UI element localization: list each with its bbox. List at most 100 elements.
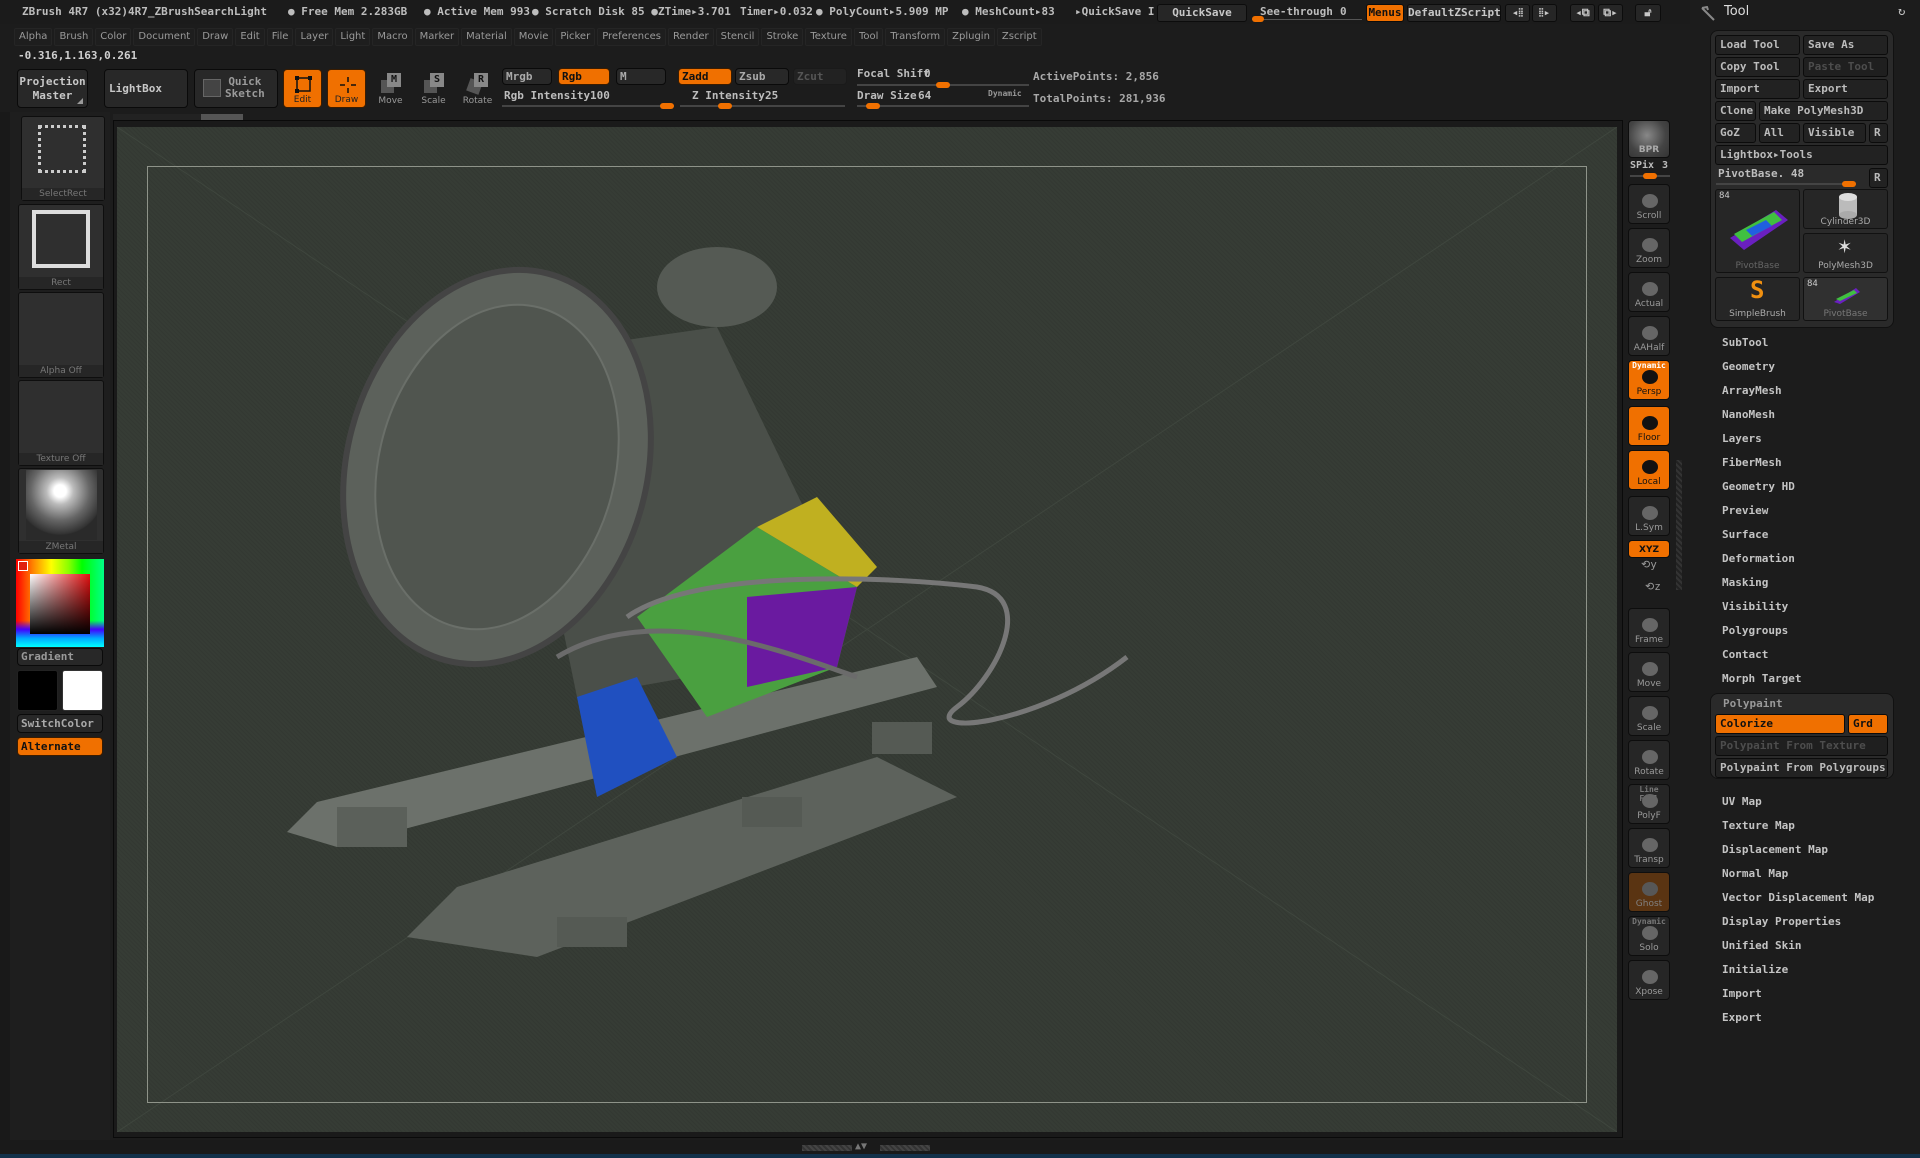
menu-tool[interactable]: Tool xyxy=(853,28,884,46)
see-through-knob[interactable] xyxy=(1252,16,1264,22)
subpalette-deformation[interactable]: Deformation xyxy=(1722,552,1795,565)
subpalette-subtool[interactable]: SubTool xyxy=(1722,336,1768,349)
draw-size-knob[interactable] xyxy=(866,103,881,109)
subpalette-vector-displacement-map[interactable]: Vector Displacement Map xyxy=(1722,891,1874,904)
save-as-button[interactable]: Save As xyxy=(1803,35,1888,55)
zcut-button[interactable]: Zcut xyxy=(793,68,847,85)
subpalette-uv-map[interactable]: UV Map xyxy=(1722,795,1762,808)
move-button[interactable]: M Move xyxy=(371,69,410,108)
subpalette-geometry[interactable]: Geometry xyxy=(1722,360,1775,373)
z-intensity-slider[interactable] xyxy=(680,103,845,109)
secondary-color-swatch[interactable] xyxy=(62,670,103,711)
menu-stencil[interactable]: Stencil xyxy=(715,28,760,46)
subpalette-initialize[interactable]: Initialize xyxy=(1722,963,1788,976)
polypaint-from-texture-button[interactable]: Polypaint From Texture xyxy=(1715,736,1888,756)
dynamic-toggle[interactable]: Dynamic xyxy=(988,89,1022,98)
tool-tile-simplebrush[interactable]: S SimpleBrush xyxy=(1715,276,1800,321)
default-zscript-button[interactable]: DefaultZScript xyxy=(1407,4,1501,22)
rgb-intensity-knob[interactable] xyxy=(660,103,674,109)
zadd-button[interactable]: Zadd xyxy=(678,68,732,85)
goz-visible-button[interactable]: Visible xyxy=(1803,123,1866,143)
tool-tile-pivotbase-2[interactable]: 84 PivotBase xyxy=(1803,277,1888,321)
quicksave-button[interactable]: QuickSave xyxy=(1157,4,1247,22)
import-button[interactable]: Import xyxy=(1715,79,1800,99)
menu-zplugin[interactable]: Zplugin xyxy=(947,28,995,46)
bottom-tray-handle-right[interactable] xyxy=(880,1145,930,1151)
subpalette-geometry-hd[interactable]: Geometry HD xyxy=(1722,480,1795,493)
edit-button[interactable]: Edit xyxy=(283,69,322,108)
color-picker[interactable] xyxy=(16,559,104,647)
shelf-frame-button[interactable]: Frame xyxy=(1628,608,1670,648)
alternate-button[interactable]: Alternate xyxy=(17,737,103,756)
shelf-xpose-button[interactable]: Xpose xyxy=(1628,960,1670,1000)
shelf-polyf-button[interactable]: Line FillPolyF xyxy=(1628,784,1670,824)
bottom-tray-handle-left[interactable] xyxy=(802,1145,852,1151)
mrgb-button[interactable]: Mrgb xyxy=(502,68,552,85)
shelf-move-button[interactable]: Move xyxy=(1628,652,1670,692)
spix-slider[interactable] xyxy=(1630,173,1670,179)
subpalette-fibermesh[interactable]: FiberMesh xyxy=(1722,456,1782,469)
brush-selector[interactable]: SelectRect xyxy=(21,116,105,201)
colorize-button[interactable]: Colorize xyxy=(1715,714,1845,734)
shelf-aahalf-button[interactable]: AAHalf xyxy=(1628,316,1670,356)
toggle-bottom-tray-icon[interactable]: ▲▼ xyxy=(855,1141,867,1152)
rotate-y-icon[interactable]: ⟲y xyxy=(1641,558,1657,571)
lightbox-button[interactable]: LightBox xyxy=(104,69,188,108)
tool-tile-pivotbase[interactable]: 84 PivotBase xyxy=(1715,189,1800,273)
menu-light[interactable]: Light xyxy=(335,28,371,46)
alpha-selector[interactable]: Alpha Off xyxy=(18,292,104,378)
subpalette-layers[interactable]: Layers xyxy=(1722,432,1762,445)
menu-layer[interactable]: Layer xyxy=(295,28,334,46)
material-selector[interactable]: ZMetal xyxy=(18,468,104,554)
shelf-scroll-button[interactable]: Scroll xyxy=(1628,184,1670,224)
subpalette-visibility[interactable]: Visibility xyxy=(1722,600,1788,613)
menu-zscript[interactable]: Zscript xyxy=(996,28,1042,46)
bpr-button[interactable]: BPR xyxy=(1628,120,1670,158)
lightbox-tools-button[interactable]: Lightbox▸Tools xyxy=(1715,145,1888,165)
shelf-transp-button[interactable]: Transp xyxy=(1628,828,1670,868)
tool-tile-cylinder3d[interactable]: Cylinder3D xyxy=(1803,189,1888,229)
stroke-selector[interactable]: Rect xyxy=(18,204,104,290)
menu-edit[interactable]: Edit xyxy=(235,28,265,46)
subpalette-polygroups[interactable]: Polygroups xyxy=(1722,624,1788,637)
goz-r-button[interactable]: R xyxy=(1869,123,1888,143)
polypaint-from-polygroups-button[interactable]: Polypaint From Polygroups xyxy=(1715,758,1888,778)
rotate-z-icon[interactable]: ⟲z xyxy=(1645,580,1661,593)
subpalette-displacement-map[interactable]: Displacement Map xyxy=(1722,843,1828,856)
tool-slider-knob[interactable] xyxy=(1842,181,1856,187)
menu-color[interactable]: Color xyxy=(95,28,132,46)
grd-button[interactable]: Grd xyxy=(1848,714,1888,734)
menu-macro[interactable]: Macro xyxy=(372,28,413,46)
shelf-solo-button[interactable]: Dynamic Solo xyxy=(1628,916,1670,956)
menu-marker[interactable]: Marker xyxy=(414,28,460,46)
subpalette-contact[interactable]: Contact xyxy=(1722,648,1768,661)
gradient-button[interactable]: Gradient xyxy=(17,648,103,666)
focal-shift-slider[interactable] xyxy=(857,82,1029,88)
menu-texture[interactable]: Texture xyxy=(805,28,852,46)
menu-picker[interactable]: Picker xyxy=(555,28,596,46)
shelf-persp-button[interactable]: Dynamic Persp xyxy=(1628,360,1670,400)
subpalette-preview[interactable]: Preview xyxy=(1722,504,1768,517)
menu-movie[interactable]: Movie xyxy=(513,28,554,46)
zsub-button[interactable]: Zsub xyxy=(735,68,789,85)
scroll-left-icon[interactable]: ◂⦙⦙ xyxy=(1505,4,1530,22)
paste-tool-button[interactable]: Paste Tool xyxy=(1803,57,1888,77)
subpalette-unified-skin[interactable]: Unified Skin xyxy=(1722,939,1801,952)
right-tray-strip[interactable] xyxy=(1676,460,1682,590)
menu-preferences[interactable]: Preferences xyxy=(597,28,667,46)
subpalette-export[interactable]: Export xyxy=(1722,1011,1762,1024)
export-button[interactable]: Export xyxy=(1803,79,1888,99)
load-tool-button[interactable]: Load Tool xyxy=(1715,35,1800,55)
quick-sketch-button[interactable]: Quick Sketch xyxy=(194,69,278,108)
subpalette-surface[interactable]: Surface xyxy=(1722,528,1768,541)
menu-draw[interactable]: Draw xyxy=(197,28,234,46)
menu-material[interactable]: Material xyxy=(461,28,512,46)
goz-all-button[interactable]: All xyxy=(1759,123,1800,143)
tool-tile-polymesh3d[interactable]: ✶ PolyMesh3D xyxy=(1803,233,1888,273)
shelf-scale-button[interactable]: Scale xyxy=(1628,696,1670,736)
subpalette-import[interactable]: Import xyxy=(1722,987,1762,1000)
tool-slider-r-button[interactable]: R xyxy=(1869,168,1888,188)
copy-tool-button[interactable]: Copy Tool xyxy=(1715,57,1800,77)
window-left-icon[interactable]: ◂⧉ xyxy=(1570,4,1595,22)
main-color-swatch[interactable] xyxy=(17,670,58,711)
